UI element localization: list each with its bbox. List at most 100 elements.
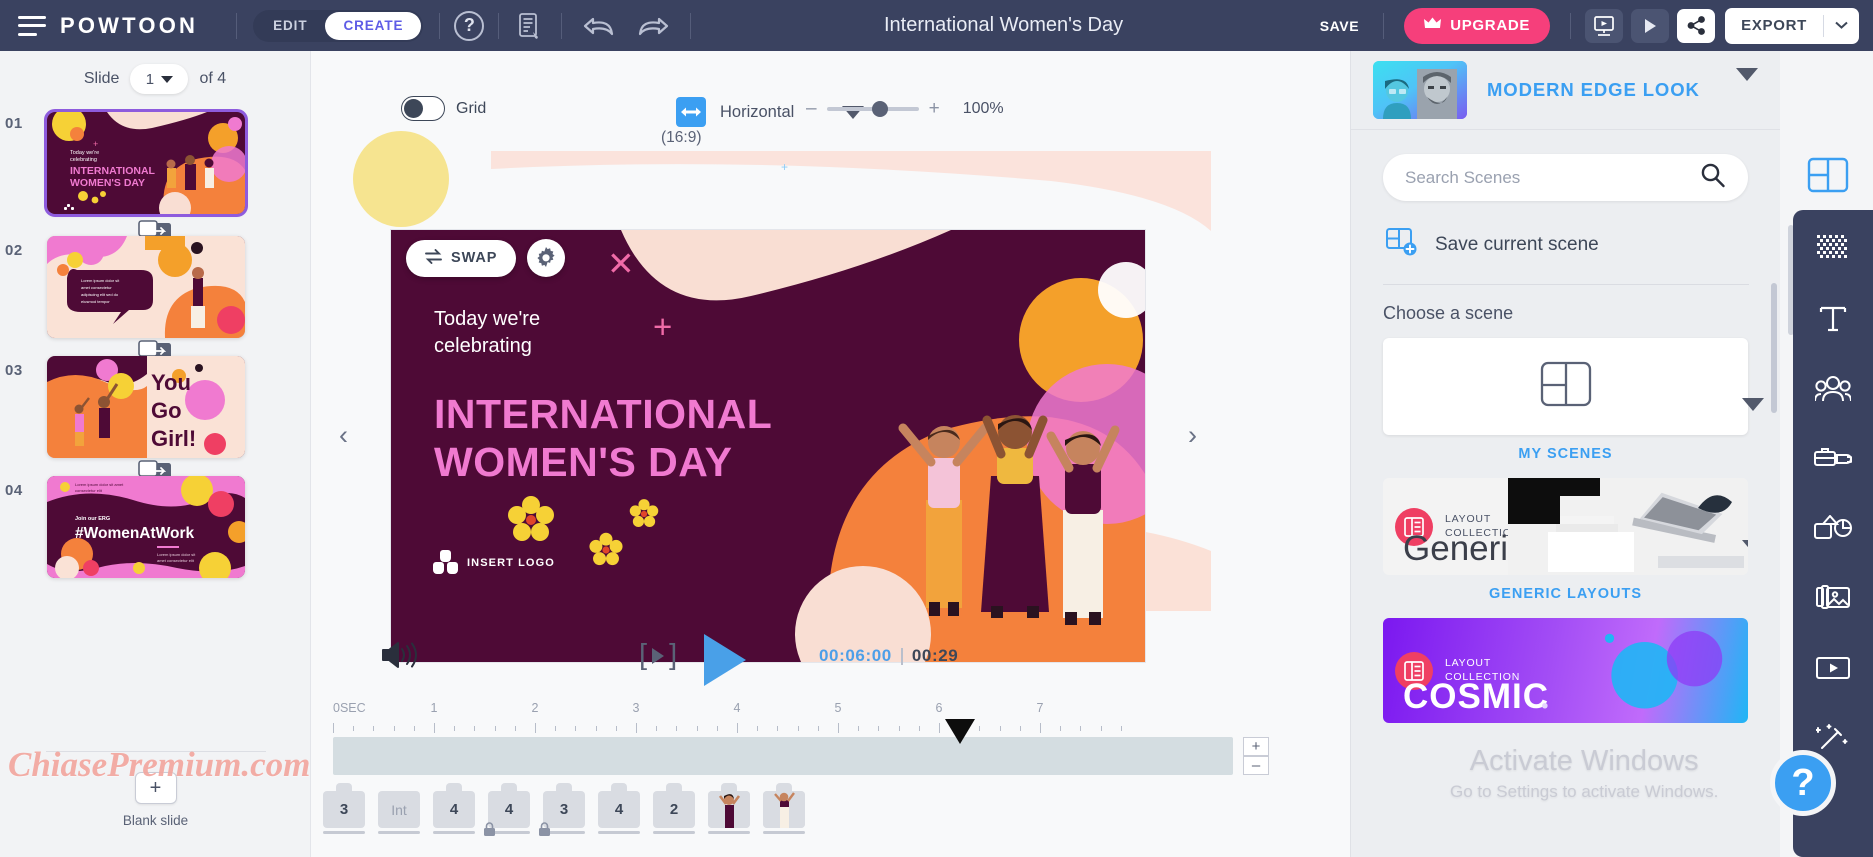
chevron-down-icon[interactable] xyxy=(1824,20,1859,32)
clip-thumbnail[interactable] xyxy=(708,791,750,828)
canvas-headline[interactable]: INTERNATIONAL WOMEN'S DAY xyxy=(434,390,772,487)
previous-slide-arrow[interactable]: ‹ xyxy=(339,420,348,451)
clip-duration-bar[interactable] xyxy=(708,831,750,834)
look-header[interactable]: MODERN EDGE LOOK xyxy=(1351,51,1780,130)
insert-logo-placeholder[interactable]: INSERT LOGO xyxy=(433,550,555,575)
redo-arrow-icon[interactable] xyxy=(636,13,670,39)
speaker-icon[interactable] xyxy=(380,640,418,675)
search-box[interactable] xyxy=(1383,154,1748,201)
timeline-clip[interactable]: Int xyxy=(378,791,420,834)
clip-thumbnail[interactable]: 4 xyxy=(433,791,475,828)
slide-thumbnail[interactable]: Lorem ipsum dolor sit amet consectetur e… xyxy=(47,476,245,578)
clip-duration-bar[interactable] xyxy=(323,831,365,834)
timeline-clip[interactable]: 4 xyxy=(598,783,640,834)
export-label: EXPORT xyxy=(1741,17,1807,34)
category-label-my-scenes[interactable]: MY SCENES xyxy=(1351,446,1780,462)
images-icon[interactable] xyxy=(1811,576,1855,620)
slide-index: 03 xyxy=(5,362,23,379)
tick-mark xyxy=(1040,723,1041,733)
timeline-clip[interactable] xyxy=(708,783,750,834)
tick-label: 0SEC xyxy=(333,701,366,715)
undo-arrow-icon[interactable] xyxy=(582,13,616,39)
clip-character-preview xyxy=(708,791,750,828)
next-slide-arrow[interactable]: › xyxy=(1188,420,1197,451)
clip-thumbnail[interactable]: Int xyxy=(378,791,420,828)
help-fab-button[interactable]: ? xyxy=(1770,750,1836,816)
background-pattern-icon[interactable] xyxy=(1811,226,1855,270)
hamburger-icon[interactable] xyxy=(18,15,46,36)
clip-thumbnail[interactable] xyxy=(763,791,805,828)
slide-canvas[interactable]: Today we're celebrating INTERNATIONAL WOM… xyxy=(391,230,1145,662)
search-icon[interactable] xyxy=(1700,162,1726,193)
preview-play-button[interactable] xyxy=(1631,8,1670,43)
clip-duration-bar[interactable] xyxy=(763,831,805,834)
timeline-zoom-in-button[interactable]: + xyxy=(1243,737,1269,756)
timeline-clip[interactable]: 3 xyxy=(323,783,365,834)
sidebar-item-layout[interactable] xyxy=(1806,153,1850,197)
my-scenes-card[interactable] xyxy=(1383,338,1764,435)
timeline-clip[interactable]: 4 xyxy=(484,783,530,836)
clip-duration-bar[interactable] xyxy=(653,831,695,834)
crown-icon xyxy=(1424,17,1442,34)
slide-number-dropdown[interactable]: 1 xyxy=(130,64,189,94)
slide-thumbnail-list: 01 Today we're celebrating INTERNATIONAL… xyxy=(0,107,310,584)
layout-card-generic[interactable]: LAYOUT COLLECTION Generic xyxy=(1383,478,1748,575)
page-title[interactable]: International Women's Day xyxy=(701,14,1305,37)
card-expand-caret-icon[interactable] xyxy=(1742,540,1748,571)
caret-down-shape xyxy=(1742,540,1748,570)
timeline-clip[interactable] xyxy=(763,783,805,834)
clip-thumbnail[interactable]: 2 xyxy=(653,791,695,828)
timeline-clip[interactable]: 4 xyxy=(433,783,475,834)
play-button[interactable] xyxy=(704,634,746,686)
playback-controls: [ ] 00:06:00 00:29 xyxy=(311,633,1350,703)
swap-button[interactable]: SWAP xyxy=(406,239,517,277)
tab-edit[interactable]: EDIT xyxy=(255,12,325,40)
layout-card-cosmic[interactable]: LAYOUT COLLECTION COSMIC xyxy=(1383,618,1748,723)
clip-thumbnail[interactable]: 3 xyxy=(323,791,365,828)
right-panel-scrollbar[interactable] xyxy=(1771,283,1777,413)
look-label: MODERN EDGE LOOK xyxy=(1487,79,1700,100)
shapes-icon[interactable] xyxy=(1811,506,1855,550)
list-item[interactable]: 03 You Go Girl! xyxy=(0,354,310,482)
timeline-ruler[interactable]: 0SEC 1 2 3 4 5 6 7 xyxy=(333,701,1233,744)
slide-thumbnail[interactable]: Today we're celebrating INTERNATIONAL WO… xyxy=(44,109,248,217)
search-input[interactable] xyxy=(1405,167,1700,188)
props-icon[interactable] xyxy=(1811,436,1855,480)
canvas-subheadline[interactable]: Today we're celebrating xyxy=(434,306,540,360)
frame-play-icon[interactable]: [ ] xyxy=(639,639,677,672)
timeline-clip[interactable]: 2 xyxy=(653,783,695,834)
clip-duration-bar[interactable] xyxy=(433,831,475,834)
help-icon[interactable]: ? xyxy=(454,10,485,41)
timeline-zoom-out-button[interactable]: – xyxy=(1243,756,1269,775)
text-icon[interactable] xyxy=(1811,296,1855,340)
clip-duration-bar[interactable] xyxy=(598,831,640,834)
playhead[interactable] xyxy=(945,719,975,744)
list-item[interactable]: 04 Lorem ipsum dolor sit amet consectetu… xyxy=(0,474,310,584)
caret-down-icon[interactable] xyxy=(1736,68,1758,99)
video-icon[interactable] xyxy=(1811,646,1855,690)
characters-icon[interactable] xyxy=(1811,366,1855,410)
slide-thumbnail[interactable]: Lorem ipsum dolor sit amet consectetur a… xyxy=(47,236,245,338)
card-expand-caret-icon[interactable] xyxy=(1742,398,1764,429)
timeline-clip[interactable]: 3 xyxy=(539,783,585,836)
tick-mark xyxy=(737,723,738,733)
canvas-headline-line1: INTERNATIONAL xyxy=(434,391,773,437)
share-icon[interactable] xyxy=(1677,8,1716,43)
list-item[interactable]: 01 Today we're celebrating INTERNATIONAL… xyxy=(0,107,310,242)
gear-icon[interactable] xyxy=(527,239,566,277)
list-item[interactable]: 02 Lorem ipsum dolor sit amet consectetu… xyxy=(0,234,310,362)
canvas-wrapper: Today we're celebrating INTERNATIONAL WOM… xyxy=(339,230,1197,662)
timeline-track[interactable] xyxy=(333,737,1233,775)
save-button[interactable]: SAVE xyxy=(1306,18,1374,34)
clip-duration-bar[interactable] xyxy=(378,831,420,834)
slide-thumbnail[interactable]: You Go Girl! xyxy=(47,356,245,458)
save-current-scene-button[interactable]: Save current scene xyxy=(1351,201,1780,262)
tab-create[interactable]: CREATE xyxy=(325,11,422,40)
presentation-icon[interactable] xyxy=(1585,8,1624,43)
category-label-generic-layouts[interactable]: GENERIC LAYOUTS xyxy=(1351,586,1780,602)
export-button[interactable]: EXPORT xyxy=(1725,7,1859,44)
clip-thumbnail[interactable]: 4 xyxy=(598,791,640,828)
document-edit-icon[interactable] xyxy=(517,12,543,40)
upgrade-button[interactable]: UPGRADE xyxy=(1404,7,1551,44)
add-slide-button[interactable]: + xyxy=(134,772,177,804)
